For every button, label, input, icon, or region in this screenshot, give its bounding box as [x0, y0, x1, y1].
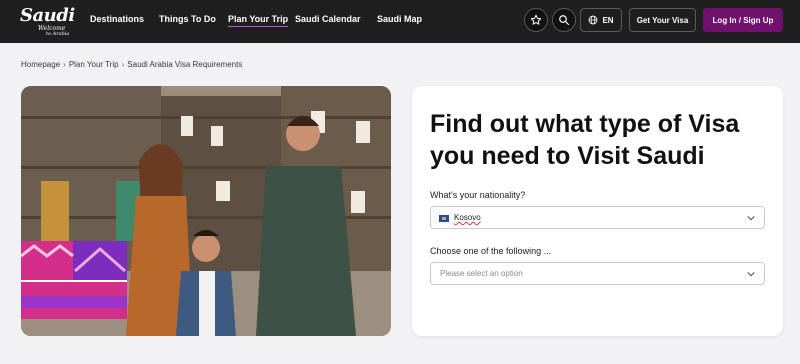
nav-destinations[interactable]: Destinations [90, 14, 144, 24]
top-navigation-bar: Saudi Welcome to Arabia Destinations Thi… [0, 0, 800, 43]
nav-saudi-map[interactable]: Saudi Map [377, 14, 422, 24]
saudi-logo[interactable]: Saudi Welcome to Arabia [18, 5, 75, 39]
language-label: EN [602, 15, 614, 25]
page-title: Find out what type of Visa you need to V… [430, 110, 740, 170]
visa-finder-card: Find out what type of Visa you need to V… [412, 86, 783, 336]
nationality-label: What's your nationality? [430, 190, 526, 200]
nationality-value: Kosovo [454, 213, 481, 222]
breadcrumb-plan-your-trip[interactable]: Plan Your Trip [69, 60, 119, 69]
language-selector[interactable]: EN [580, 8, 622, 32]
favorites-button[interactable] [524, 8, 548, 32]
nationality-select[interactable]: Kosovo [430, 206, 765, 229]
breadcrumb: Homepage › Plan Your Trip › Saudi Arabia… [21, 60, 242, 69]
nav-plan-your-trip[interactable]: Plan Your Trip [228, 14, 289, 27]
star-icon [530, 14, 542, 25]
breadcrumb-home[interactable]: Homepage [21, 60, 60, 69]
chevron-down-icon [747, 272, 755, 277]
search-button[interactable] [552, 8, 576, 32]
breadcrumb-current-page: Saudi Arabia Visa Requirements [127, 60, 243, 69]
option-placeholder: Please select an option [440, 269, 523, 278]
breadcrumb-separator-icon: › [121, 60, 125, 69]
breadcrumb-separator-icon: › [63, 60, 66, 69]
option-label: Choose one of the following ... [430, 246, 552, 256]
get-your-visa-button[interactable]: Get Your Visa [629, 8, 696, 32]
chevron-down-icon [747, 216, 755, 221]
globe-icon [589, 15, 598, 25]
login-signup-button[interactable]: Log In / Sign Up [703, 8, 783, 32]
kosovo-flag-icon [439, 215, 449, 222]
family-travel-photo [21, 86, 391, 336]
nav-things-to-do[interactable]: Things To Do [159, 14, 216, 24]
option-select[interactable]: Please select an option [430, 262, 765, 285]
search-icon [559, 15, 570, 26]
nav-saudi-calendar[interactable]: Saudi Calendar [295, 14, 361, 24]
